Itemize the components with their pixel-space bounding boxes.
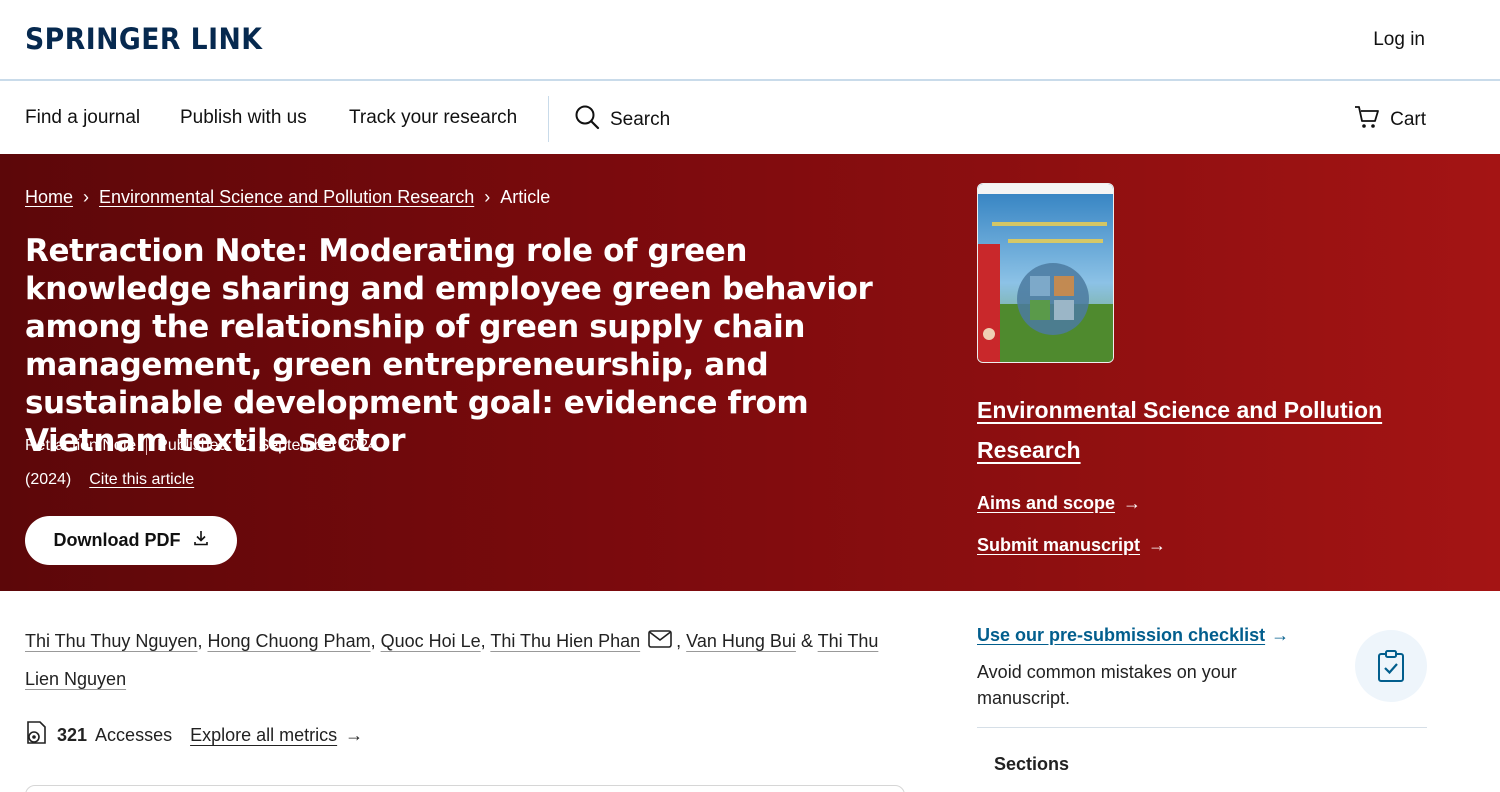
explore-metrics-link[interactable]: Explore all metrics — [190, 725, 337, 746]
arrow-right-icon: → — [1271, 625, 1290, 645]
article-citation-row: (2024) Cite this article — [25, 471, 194, 489]
accesses-count: 321 — [57, 725, 88, 745]
search-label: Search — [610, 109, 671, 130]
article-year: (2024) — [25, 471, 72, 488]
submit-manuscript-label: Submit manuscript — [977, 535, 1141, 555]
author-list: Thi Thu Thuy Nguyen, Hong Chuong Pham, Q… — [25, 623, 905, 698]
submit-manuscript-link[interactable]: Submit manuscript → — [977, 535, 1166, 556]
arrow-right-icon: → — [1123, 493, 1142, 513]
author-separator: , — [480, 631, 486, 651]
author-link[interactable]: Thi Thu Hien Phan — [490, 631, 640, 651]
download-pdf-button[interactable]: Download PDF — [25, 516, 237, 565]
author-link[interactable]: Hong Chuong Pham — [207, 631, 370, 651]
journal-name-link[interactable]: Environmental Science and Pollution Rese… — [977, 390, 1417, 470]
cart-label: Cart — [1390, 109, 1426, 130]
breadcrumb: Home › Environmental Science and Polluti… — [25, 187, 550, 208]
author-link[interactable]: Thi Thu Thuy Nguyen — [25, 631, 197, 651]
nav-publish-with-us[interactable]: Publish with us — [180, 107, 307, 129]
chevron-right-icon: › — [484, 187, 491, 207]
author-separator: , — [370, 631, 376, 651]
article-meta: Retraction Note Published: 21 September … — [25, 437, 377, 455]
author-link[interactable]: Quoc Hoi Le — [381, 631, 481, 651]
meta-divider — [146, 437, 148, 455]
nav-track-research[interactable]: Track your research — [349, 107, 517, 129]
article-content-box — [25, 785, 905, 792]
breadcrumb-journal[interactable]: Environmental Science and Pollution Rese… — [99, 187, 474, 208]
chevron-right-icon: › — [83, 187, 90, 207]
aims-scope-link[interactable]: Aims and scope → — [977, 493, 1141, 514]
pre-submission-checklist-link[interactable]: Use our pre-submission checklist → — [977, 625, 1289, 646]
breadcrumb-home[interactable]: Home — [25, 187, 73, 208]
article-title: Retraction Note: Moderating role of gree… — [25, 233, 873, 459]
published-date: Published: 21 September 2024 — [157, 437, 377, 454]
accesses-icon — [25, 720, 49, 751]
nav-find-journal[interactable]: Find a journal — [25, 107, 140, 129]
cart-icon — [1354, 104, 1380, 136]
arrow-right-icon: → — [1148, 535, 1167, 555]
login-link[interactable]: Log in — [1373, 29, 1425, 51]
cite-article-link[interactable]: Cite this article — [89, 471, 194, 489]
clipboard-check-icon — [1355, 630, 1427, 702]
email-icon[interactable] — [648, 624, 672, 661]
article-metrics: 321 Accesses Explore all metrics → — [25, 720, 363, 751]
checklist-link-label: Use our pre-submission checklist — [977, 625, 1266, 645]
sections-heading: Sections — [994, 754, 1070, 774]
sidebar-divider — [977, 727, 1427, 728]
search-button[interactable]: Search — [574, 104, 670, 136]
author-separator: , — [197, 631, 203, 651]
top-bar: SPRINGER LINK Log in — [0, 0, 1500, 81]
download-pdf-label: Download PDF — [53, 530, 181, 550]
checklist-description: Avoid common mistakes on your manuscript… — [977, 662, 1237, 708]
aims-scope-label: Aims and scope — [977, 493, 1116, 513]
cart-button[interactable]: Cart — [1354, 104, 1426, 136]
article-type: Retraction Note — [25, 437, 137, 454]
springer-link-logo[interactable]: SPRINGER LINK — [25, 22, 262, 56]
journal-cover-image[interactable] — [977, 183, 1114, 363]
author-separator: , — [676, 631, 682, 651]
arrow-right-icon: → — [345, 725, 364, 745]
nav-divider — [548, 96, 549, 142]
main-nav: Find a journal Publish with us Track you… — [0, 82, 1500, 154]
accesses-label: Accesses — [95, 725, 173, 745]
article-hero: Home › Environmental Science and Polluti… — [0, 154, 1500, 591]
breadcrumb-current: Article — [500, 187, 551, 207]
author-link[interactable]: Van Hung Bui — [686, 631, 796, 651]
author-separator-and: & — [800, 631, 813, 651]
download-icon — [193, 530, 209, 551]
search-icon — [574, 104, 600, 136]
